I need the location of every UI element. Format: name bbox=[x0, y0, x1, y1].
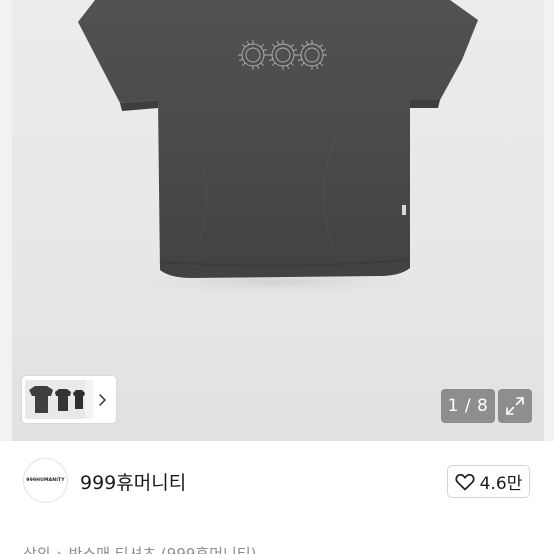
shop-avatar[interactable]: 999HUMANITY bbox=[23, 458, 68, 503]
thumbnail-strip[interactable] bbox=[22, 376, 116, 423]
product-image-gallery[interactable]: 1 / 8 bbox=[0, 0, 554, 441]
breadcrumb-separator-icon: › bbox=[56, 545, 63, 554]
product-photo-tshirt bbox=[78, 0, 478, 296]
like-button[interactable]: 4.6만 bbox=[447, 465, 530, 498]
thumbnail-image[interactable] bbox=[25, 380, 93, 419]
expand-button[interactable] bbox=[498, 389, 532, 423]
chevron-right-icon[interactable] bbox=[93, 376, 111, 423]
expand-icon bbox=[506, 397, 524, 415]
heart-outline-icon bbox=[455, 473, 475, 490]
breadcrumb-item-category[interactable]: 상의 bbox=[23, 545, 51, 554]
breadcrumb: 상의 › 반소매 티셔츠 (999휴머니티) bbox=[23, 543, 256, 554]
shop-avatar-logo-text: 999HUMANITY bbox=[26, 478, 65, 483]
shop-info-row[interactable]: 999HUMANITY 999휴머니티 4.6만 bbox=[0, 441, 554, 521]
like-count: 4.6만 bbox=[479, 474, 523, 494]
shop-name[interactable]: 999휴머니티 bbox=[80, 468, 186, 495]
breadcrumb-item-subcategory[interactable]: 반소매 티셔츠 (999휴머니티) bbox=[69, 545, 257, 554]
image-counter: 1 / 8 bbox=[441, 389, 495, 423]
